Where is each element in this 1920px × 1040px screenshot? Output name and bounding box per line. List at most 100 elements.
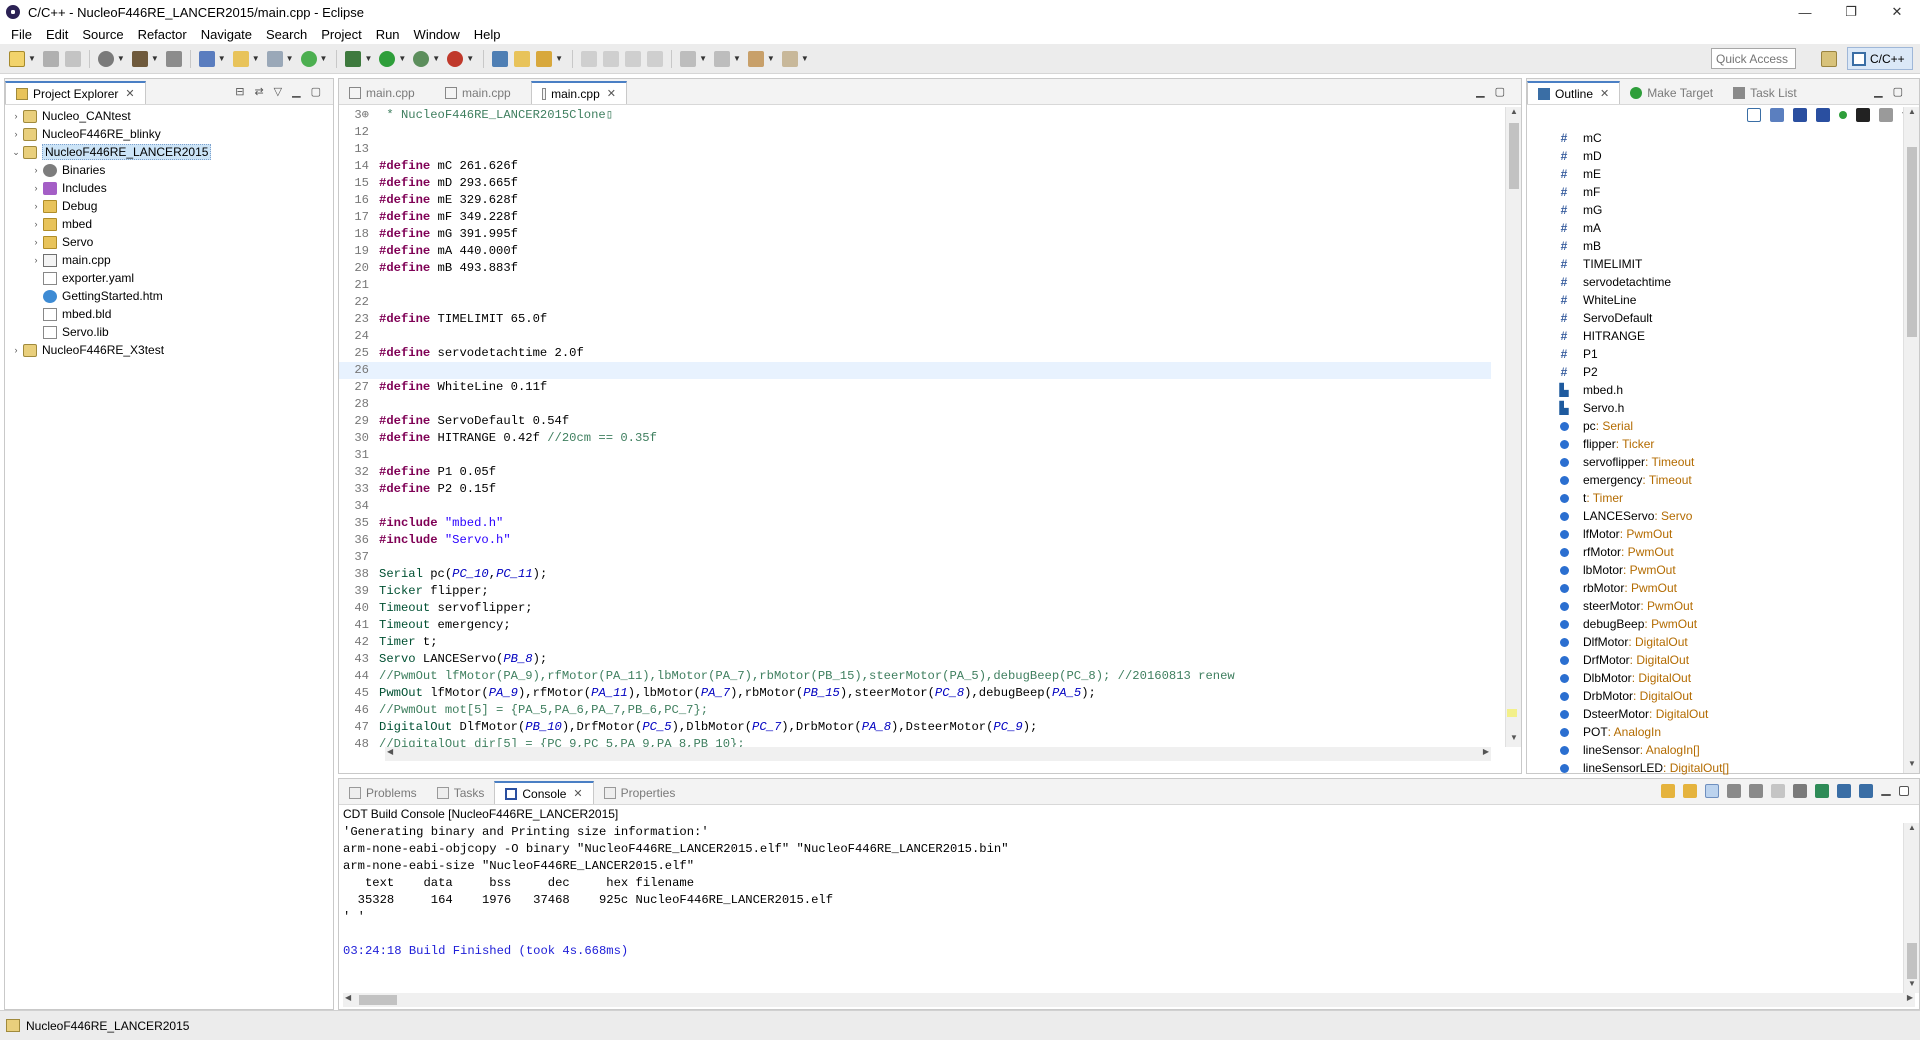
collapsed-arrow-icon[interactable]: ›	[29, 219, 43, 229]
outline-item[interactable]: POT : AnalogIn	[1527, 723, 1919, 741]
code-line[interactable]: 22	[339, 294, 1491, 311]
hide-static-icon[interactable]	[1816, 108, 1831, 122]
collapsed-arrow-icon[interactable]: ›	[29, 201, 43, 211]
chevron-down-icon[interactable]: ▼	[466, 54, 474, 63]
outline-item[interactable]: flipper : Ticker	[1527, 435, 1919, 453]
open-element-icon[interactable]	[514, 50, 531, 67]
outline-item[interactable]: lbMotor : PwmOut	[1527, 561, 1919, 579]
code-line[interactable]: 37	[339, 549, 1491, 566]
code-line[interactable]: 25 #define servodetachtime 2.0f	[339, 345, 1491, 362]
chevron-down-icon[interactable]: ▼	[151, 54, 159, 63]
code-line[interactable]: 34	[339, 498, 1491, 515]
tree-item[interactable]: › Servo	[5, 233, 333, 251]
collapsed-arrow-icon[interactable]: ›	[9, 345, 23, 355]
copy-icon[interactable]	[1727, 784, 1741, 798]
code-line[interactable]: 31	[339, 447, 1491, 464]
outline-item[interactable]: steerMotor : PwmOut	[1527, 597, 1919, 615]
scroll-thumb[interactable]	[1907, 147, 1917, 337]
code-line[interactable]: 45 PwmOut lfMotor(PA_9),rfMotor(PA_11),lb…	[339, 685, 1491, 702]
tree-item[interactable]: › Nucleo_CANtest	[5, 107, 333, 125]
code-line[interactable]: 15 #define mD 293.665f	[339, 175, 1491, 192]
menu-file[interactable]: File	[4, 27, 39, 42]
collapsed-arrow-icon[interactable]: ›	[29, 255, 43, 265]
outline-item[interactable]: debugBeep : PwmOut	[1527, 615, 1919, 633]
code-line[interactable]: 48 //DigitalOut dir[5] = {PC_9,PC_5,PA_9,…	[339, 736, 1491, 747]
code-line[interactable]: 29 #define ServoDefault 0.54f	[339, 413, 1491, 430]
collapsed-arrow-icon[interactable]: ›	[29, 183, 43, 193]
outline-item[interactable]: # WhiteLine	[1527, 291, 1919, 309]
open-perspective-icon[interactable]	[1821, 51, 1837, 67]
menu-run[interactable]: Run	[369, 27, 407, 42]
overview-ruler-marker[interactable]	[1507, 709, 1517, 717]
collapsed-arrow-icon[interactable]: ›	[29, 165, 43, 175]
expanded-arrow-icon[interactable]: ⌄	[9, 147, 23, 158]
console-vertical-scrollbar[interactable]: ▲ ▼	[1903, 823, 1919, 993]
code-line[interactable]: 24	[339, 328, 1491, 345]
tree-item[interactable]: › Includes	[5, 179, 333, 197]
sort-icon[interactable]	[1770, 108, 1785, 122]
group-includes-icon[interactable]	[1879, 108, 1894, 122]
next-error-icon[interactable]	[1661, 784, 1675, 798]
next-annotation-icon[interactable]	[680, 50, 697, 67]
chevron-down-icon[interactable]: ▼	[320, 54, 328, 63]
tab-tasks[interactable]: Tasks	[427, 781, 495, 804]
chevron-down-icon[interactable]: ▼	[218, 54, 226, 63]
chevron-down-icon[interactable]: ▼	[767, 54, 775, 63]
outline-item[interactable]: ▙ mbed.h	[1527, 381, 1919, 399]
outline-item[interactable]: # P2	[1527, 363, 1919, 381]
code-line[interactable]: 47 DigitalOut DlfMotor(PB_10),DrfMotor(PC…	[339, 719, 1491, 736]
maximize-view-icon[interactable]: ▢	[311, 85, 321, 98]
code-line[interactable]: 27 #define WhiteLine 0.11f	[339, 379, 1491, 396]
chevron-down-icon[interactable]: ▼	[801, 54, 809, 63]
editor-horizontal-scrollbar[interactable]: ◀ ▶	[385, 747, 1491, 761]
outline-item[interactable]: servoflipper : Timeout	[1527, 453, 1919, 471]
link-with-editor-icon[interactable]: ⇄	[254, 85, 263, 98]
tree-item[interactable]: › NucleoF446RE_blinky	[5, 125, 333, 143]
open-type-icon[interactable]	[492, 50, 509, 67]
maximize-view-icon[interactable]: ▢	[1893, 86, 1913, 98]
editor-tab-main-cpp[interactable]: main.cpp ✕	[531, 81, 627, 104]
collapse-all-icon[interactable]	[1747, 108, 1762, 122]
build-all-icon[interactable]	[165, 50, 182, 67]
outline-item[interactable]: emergency : Timeout	[1527, 471, 1919, 489]
menu-refactor[interactable]: Refactor	[131, 27, 194, 42]
outline-item[interactable]: # mD	[1527, 147, 1919, 165]
outline-item[interactable]: DlbMotor : DigitalOut	[1527, 669, 1919, 687]
toggle-breadcrumb-icon[interactable]	[603, 50, 620, 67]
scroll-up-icon[interactable]: ▲	[1904, 823, 1920, 837]
code-line[interactable]: 38 Serial pc(PC_10,PC_11);	[339, 566, 1491, 583]
tab-make-target[interactable]: Make Target	[1620, 81, 1723, 104]
scroll-down-icon[interactable]: ▼	[1904, 979, 1920, 993]
tree-item[interactable]: › mbed	[5, 215, 333, 233]
code-line[interactable]: 17 #define mF 349.228f	[339, 209, 1491, 226]
hide-fields-icon[interactable]	[1793, 108, 1808, 122]
editor-tab-main-cpp[interactable]: main.cpp	[339, 81, 435, 104]
external-tools-icon[interactable]	[447, 50, 464, 67]
outline-item[interactable]: # TIMELIMIT	[1527, 255, 1919, 273]
minimize-view-icon[interactable]: ▁	[1476, 86, 1494, 98]
scroll-right-icon[interactable]: ▶	[1907, 993, 1913, 1002]
code-line[interactable]: 3⊕ * NucleoF446RE_LANCER2015Clone▯	[339, 107, 1491, 124]
code-line[interactable]: 43 Servo LANCEServo(PB_8);	[339, 651, 1491, 668]
code-line[interactable]: 28	[339, 396, 1491, 413]
show-whitespace-icon[interactable]	[625, 50, 642, 67]
outline-item[interactable]: # P1	[1527, 345, 1919, 363]
save-all-icon[interactable]	[64, 50, 81, 67]
code-area[interactable]: 3⊕ * NucleoF446RE_LANCER2015Clone▯ 12 13 14…	[339, 107, 1491, 747]
close-icon[interactable]: ✕	[607, 87, 616, 100]
menu-help[interactable]: Help	[467, 27, 508, 42]
perspective-button-cpp[interactable]: C/C++	[1847, 47, 1913, 70]
tree-item[interactable]: mbed.bld	[5, 305, 333, 323]
collapse-all-icon[interactable]: ⊟	[235, 85, 244, 98]
code-line[interactable]: 14 #define mC 261.626f	[339, 158, 1491, 175]
close-button[interactable]: ✕	[1874, 0, 1920, 24]
new-class-icon[interactable]	[198, 50, 215, 67]
close-icon[interactable]: ✕	[1600, 87, 1609, 100]
tree-item[interactable]: › Binaries	[5, 161, 333, 179]
code-line[interactable]: 12	[339, 124, 1491, 141]
save-icon[interactable]	[42, 50, 59, 67]
previous-error-icon[interactable]	[1683, 784, 1697, 798]
outline-item[interactable]: lineSensor : AnalogIn[]	[1527, 741, 1919, 759]
new-icon[interactable]	[9, 50, 25, 67]
quick-access-input[interactable]	[1711, 48, 1796, 69]
